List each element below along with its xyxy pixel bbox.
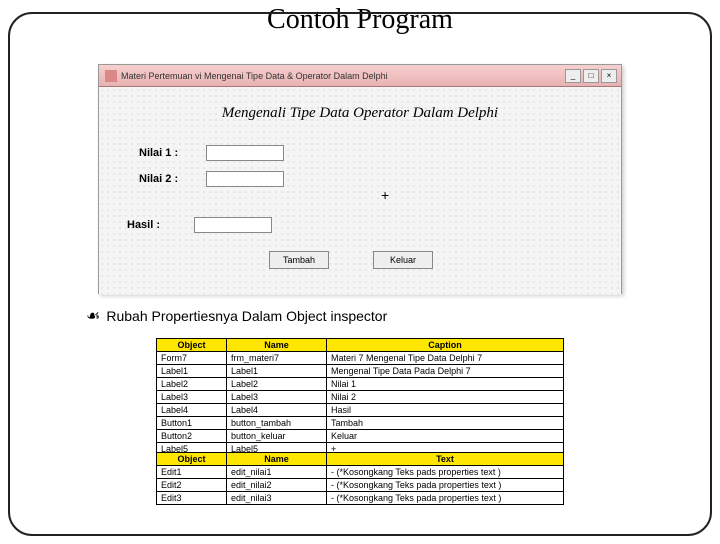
properties-table-1: Object Name Caption Form7frm_materi7Mate… [156,338,564,456]
table-row: Form7frm_materi7Materi 7 Mengenal Tipe D… [157,352,564,365]
row-nilai2: Nilai 2 : [139,171,284,187]
edit-hasil[interactable] [194,217,272,233]
properties-table-2: Object Name Text Edit1edit_nilai1- (*Kos… [156,452,564,505]
delphi-form-window: Materi Pertemuan vi Mengenai Tipe Data &… [98,64,622,294]
row-nilai1: Nilai 1 : [139,145,284,161]
th-object: Object [157,339,227,352]
table-row: Label3Label3Nilai 2 [157,391,564,404]
window-titlebar: Materi Pertemuan vi Mengenai Tipe Data &… [99,65,621,87]
window-title-text: Materi Pertemuan vi Mengenai Tipe Data &… [121,71,388,81]
plus-label: + [381,187,389,203]
bullet-icon: ☙ [86,306,100,326]
table-row: Label1Label1Mengenal Tipe Data Pada Delp… [157,365,564,378]
table-row: Edit3edit_nilai3- (*Kosongkang Teks pada… [157,492,564,505]
minimize-button[interactable]: _ [565,69,581,83]
th-text: Text [327,453,564,466]
table-header-row: Object Name Caption [157,339,564,352]
table-row: Edit2edit_nilai2- (*Kosongkang Teks pada… [157,479,564,492]
table-row: Label2Label2Nilai 1 [157,378,564,391]
label-nilai2: Nilai 2 : [139,173,199,185]
bullet-caption: ☙ Rubah Propertiesnya Dalam Object inspe… [86,306,387,326]
form-designer-surface[interactable]: Mengenali Tipe Data Operator Dalam Delph… [99,87,621,295]
th-name: Name [227,453,327,466]
table-row: Button2button_keluarKeluar [157,430,564,443]
row-hasil: Hasil : [127,217,272,233]
label-hasil: Hasil : [127,219,187,231]
table-header-row: Object Name Text [157,453,564,466]
tambah-button[interactable]: Tambah [269,251,329,269]
maximize-button[interactable]: □ [583,69,599,83]
table-row: Edit1edit_nilai1- (*Kosongkang Teks pads… [157,466,564,479]
close-button[interactable]: × [601,69,617,83]
table-row: Button1button_tambahTambah [157,417,564,430]
edit-nilai2[interactable] [206,171,284,187]
th-caption: Caption [327,339,564,352]
app-icon [105,70,117,82]
keluar-button[interactable]: Keluar [373,251,433,269]
edit-nilai1[interactable] [206,145,284,161]
label-nilai1: Nilai 1 : [139,147,199,159]
th-object: Object [157,453,227,466]
caption-text: Rubah Propertiesnya Dalam Object inspect… [106,308,387,324]
th-name: Name [227,339,327,352]
form-heading-label: Mengenali Tipe Data Operator Dalam Delph… [99,105,621,122]
table-row: Label4Label4Hasil [157,404,564,417]
